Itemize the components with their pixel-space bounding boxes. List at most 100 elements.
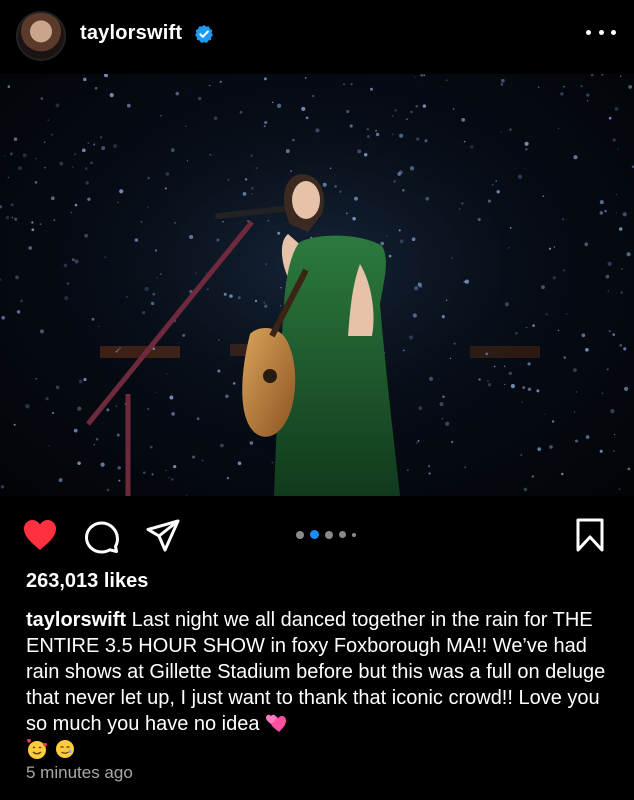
rain-drop	[216, 238, 220, 242]
rain-drop	[292, 138, 295, 142]
rain-drop	[619, 75, 622, 77]
rain-drop	[612, 138, 616, 142]
rain-drop	[624, 386, 629, 391]
rain-drop	[525, 148, 528, 151]
smiling-face-with-hearts-emoji	[27, 739, 47, 759]
rain-drop	[612, 450, 615, 452]
rain-drop	[445, 299, 448, 302]
rain-drop	[449, 357, 452, 360]
rain-drop	[619, 344, 623, 347]
rain-drop	[599, 200, 604, 205]
comment-icon[interactable]	[84, 518, 120, 554]
likes-count[interactable]: 263,013 likes	[26, 570, 148, 593]
rain-drop	[538, 86, 540, 88]
rain-drop	[599, 211, 604, 215]
rain-drop	[109, 93, 114, 98]
rain-drop	[147, 408, 150, 410]
rain-drop	[201, 459, 204, 462]
rain-drop	[171, 478, 174, 481]
rain-drop	[207, 288, 209, 291]
rain-drop	[134, 238, 139, 242]
rain-drop	[428, 376, 434, 381]
rain-drop	[22, 153, 27, 158]
rain-drop	[242, 191, 247, 196]
rain-drop	[622, 212, 627, 217]
rain-drop	[209, 153, 212, 156]
rain-drop	[93, 444, 96, 446]
rain-drop	[418, 284, 423, 288]
rain-drop	[411, 237, 416, 241]
rain-drop	[573, 368, 577, 372]
rain-drop	[74, 153, 77, 156]
rain-drop	[17, 166, 22, 171]
rain-drop	[84, 233, 89, 238]
more-dot	[611, 29, 616, 35]
rain-drop	[388, 254, 392, 258]
rain-drop	[219, 80, 222, 83]
rain-drop	[115, 405, 118, 407]
rain-drop	[245, 178, 248, 181]
rain-drop	[150, 301, 155, 306]
rain-drop	[399, 133, 404, 138]
caption-username[interactable]: taylorswift	[26, 609, 126, 631]
rain-drop	[237, 296, 241, 300]
rain-drop	[249, 441, 254, 445]
rain-drop	[536, 389, 540, 393]
rain-drop	[601, 392, 604, 394]
rain-drop	[59, 161, 64, 166]
rain-drop	[402, 349, 405, 352]
carousel-dot-active	[310, 530, 319, 539]
two-hearts-emoji	[266, 714, 287, 732]
verified-badge-icon	[195, 25, 213, 43]
rain-drop	[35, 378, 38, 380]
rain-drop	[496, 190, 500, 194]
post-username[interactable]: taylorswift	[80, 22, 182, 45]
rain-drop	[509, 128, 512, 131]
rain-drop	[263, 125, 266, 128]
rain-drop	[40, 329, 44, 334]
rain-drop	[100, 136, 103, 139]
rain-drop	[503, 383, 506, 386]
rain-drop	[173, 221, 177, 224]
share-icon[interactable]	[145, 518, 181, 554]
rain-drop	[410, 110, 413, 114]
rain-drop	[618, 227, 623, 231]
rain-drop	[514, 331, 518, 335]
rain-drop	[0, 485, 4, 489]
heart-icon[interactable]	[22, 518, 58, 552]
rain-drop	[100, 462, 105, 467]
rain-drop	[549, 445, 553, 449]
rain-drop	[7, 176, 10, 179]
rain-drop	[445, 79, 448, 82]
rain-drop	[226, 476, 230, 480]
rain-drop	[77, 406, 82, 411]
rain-drop	[544, 413, 546, 416]
rain-drop	[237, 461, 242, 466]
rain-drop	[264, 304, 268, 308]
rain-drop	[563, 356, 566, 359]
carousel-dot	[339, 531, 346, 538]
rain-drop	[584, 242, 589, 247]
rain-drop	[66, 282, 70, 285]
rain-drop	[31, 228, 35, 232]
rain-drop	[55, 103, 60, 108]
rain-drop	[250, 154, 253, 157]
rain-drop	[424, 139, 428, 143]
rain-drop	[354, 196, 358, 201]
rain-drop	[604, 209, 607, 213]
post-photo[interactable]	[0, 74, 634, 496]
rain-drop	[617, 148, 619, 150]
rain-drop	[329, 167, 332, 170]
bookmark-icon[interactable]	[574, 518, 606, 552]
rain-drop	[118, 479, 121, 482]
rain-drop	[561, 472, 564, 476]
rain-drop	[164, 187, 167, 190]
rain-drop	[392, 115, 394, 117]
rain-drop	[263, 301, 266, 304]
rain-drop	[117, 348, 120, 351]
avatar[interactable]	[16, 11, 66, 61]
rain-drop	[441, 417, 444, 420]
more-options-icon[interactable]	[586, 20, 616, 44]
more-dot	[586, 29, 591, 35]
rain-drop	[548, 247, 552, 251]
